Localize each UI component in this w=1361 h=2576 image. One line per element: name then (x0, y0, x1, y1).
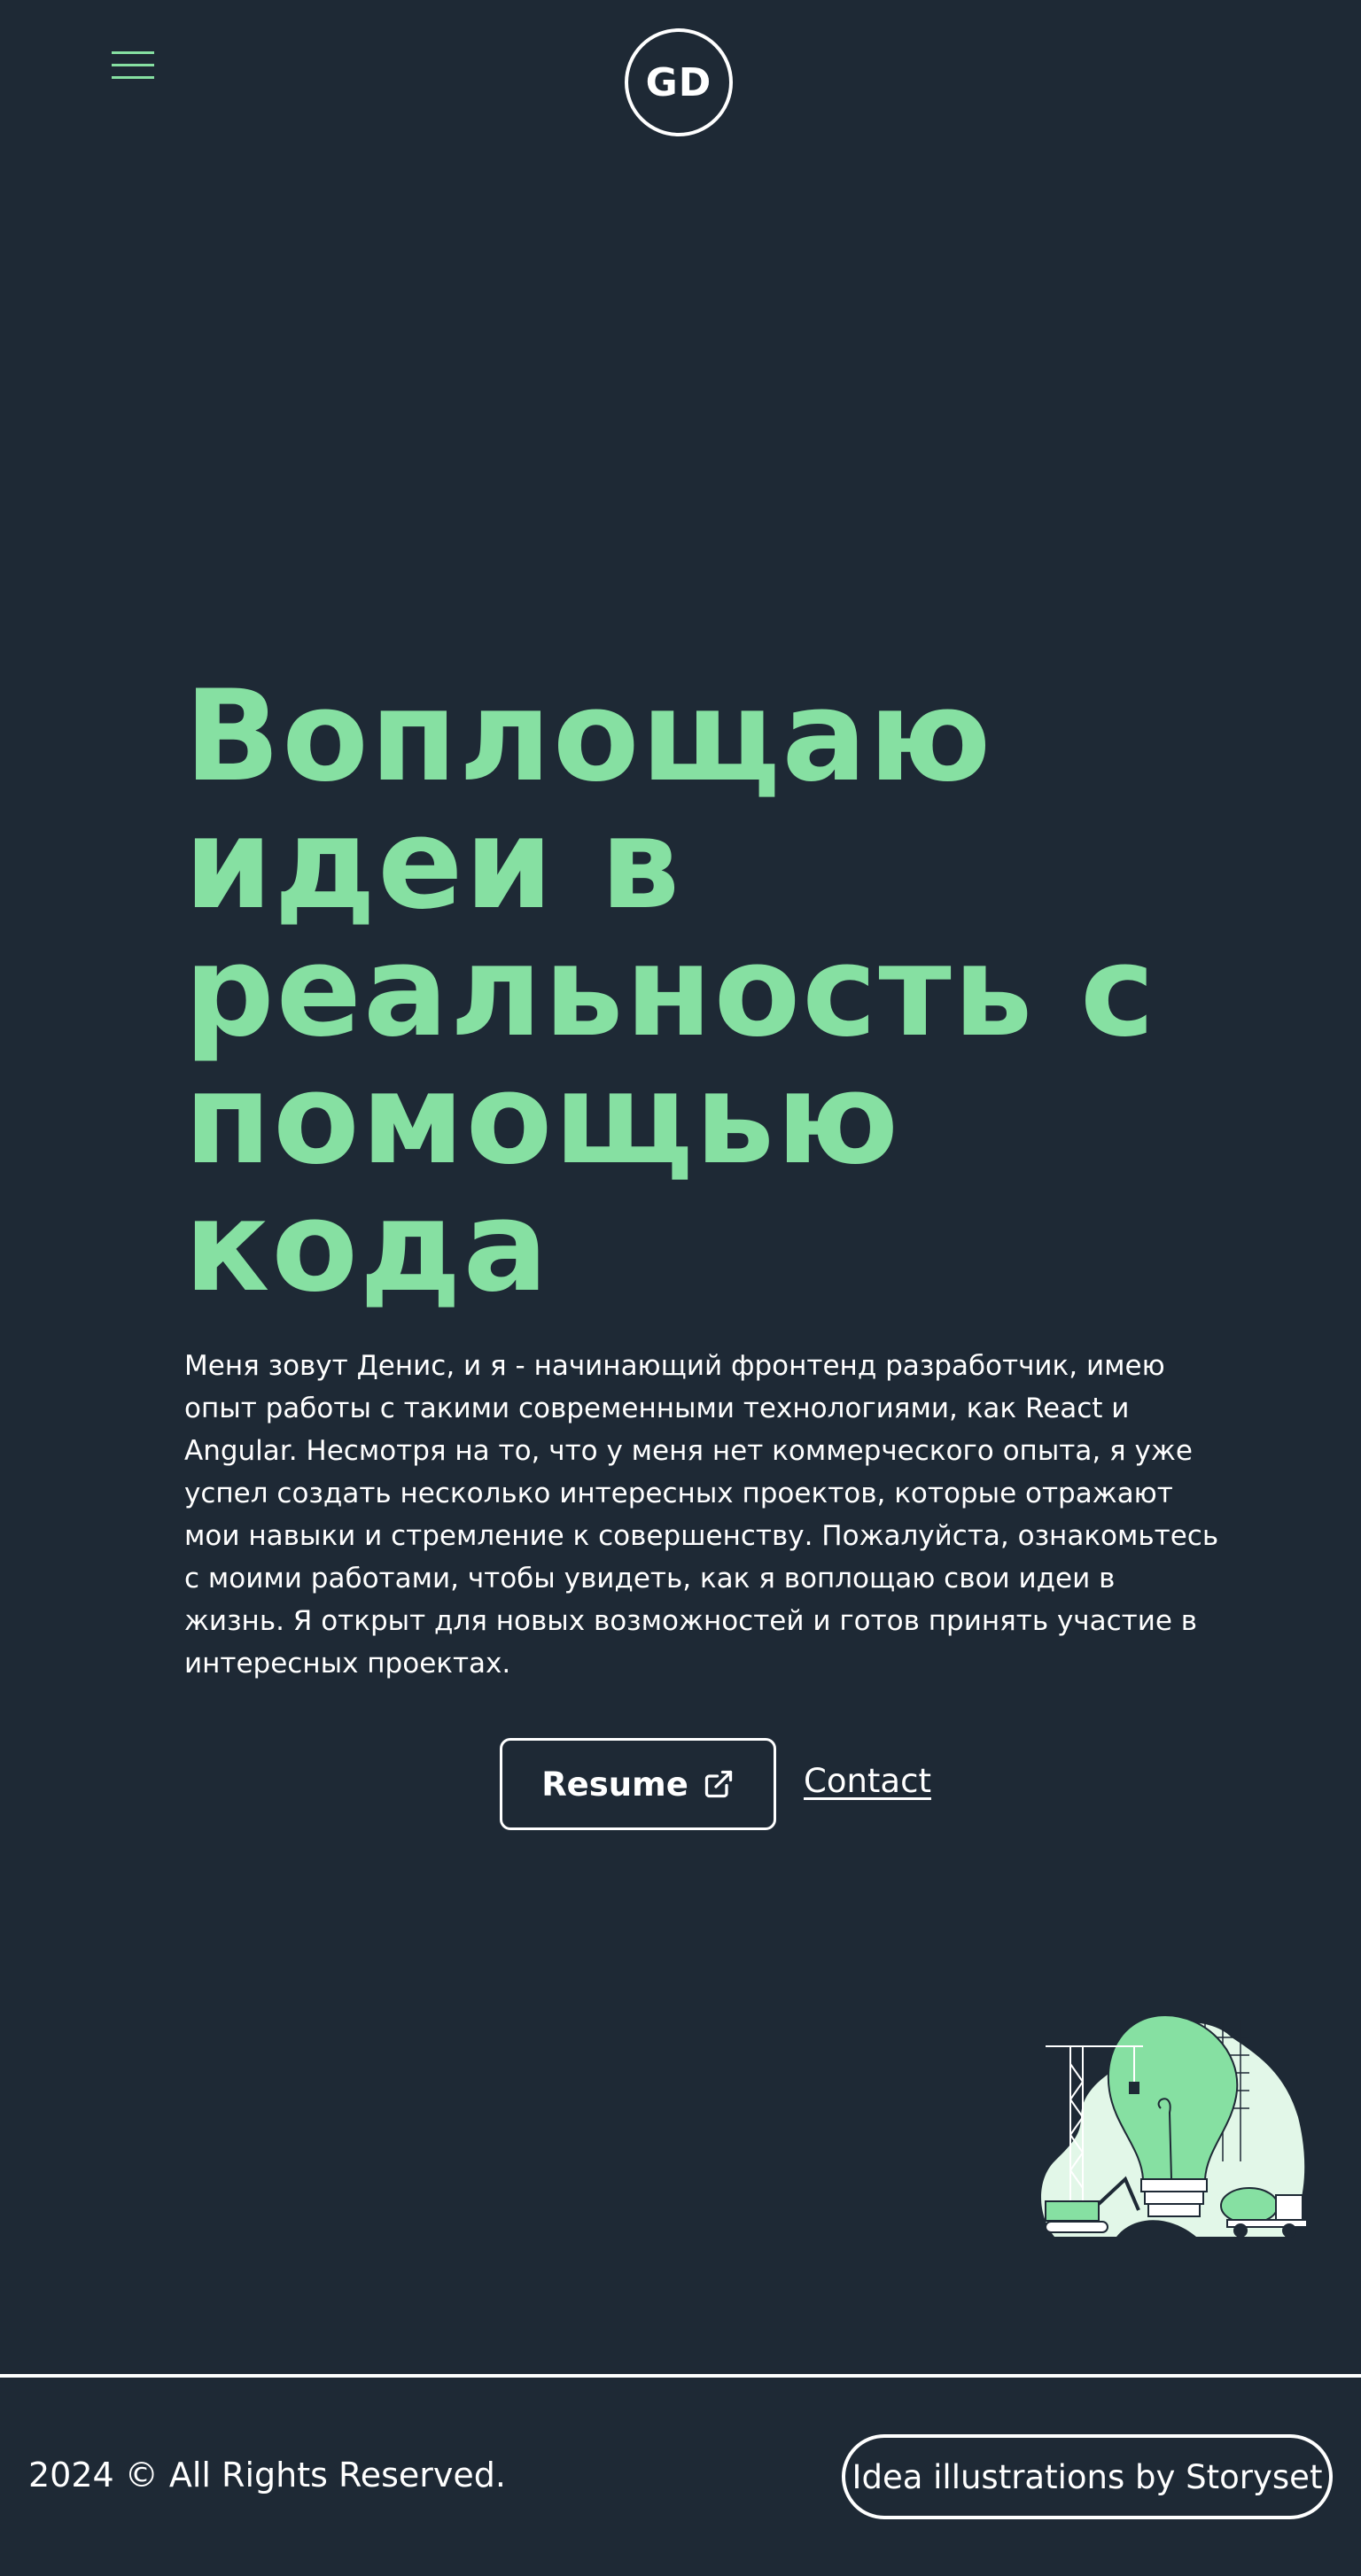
contact-link[interactable]: Contact (804, 1762, 931, 1800)
hero-title-line: Воплощаю (184, 663, 993, 810)
intro-line: опыт работы с такими современными технол… (184, 1393, 1130, 1424)
menu-button[interactable] (112, 50, 158, 81)
intro-line: жизнь. Я открыт для новых возможностей и… (184, 1605, 1198, 1637)
intro-line: интересных проектах. (184, 1648, 511, 1680)
hero-title-line: кода (184, 1174, 550, 1320)
storyset-credit-link[interactable]: Idea illustrations by Storyset (842, 2434, 1333, 2519)
intro-line: Angular. Несмотря на то, что у меня нет … (184, 1435, 1193, 1467)
intro-text: Меня зовут Денис, и я - начинающий фронт… (184, 1345, 1265, 1685)
resume-button[interactable]: Resume (500, 1738, 776, 1830)
logo[interactable]: GD (625, 28, 733, 136)
intro-line: успел создать несколько интересных проек… (184, 1478, 1173, 1509)
external-link-icon (704, 1770, 732, 1798)
footer-divider (0, 2374, 1361, 2378)
resume-label: Resume (541, 1765, 688, 1804)
idea-lightbulb-illustration (1041, 2013, 1308, 2238)
hero-title-line: помощью (184, 1046, 901, 1192)
hero-title: Воплощаю идеи в реальность с помощью код… (184, 673, 1248, 1311)
hero-title-line: идеи в (184, 791, 682, 937)
credit-label: Idea illustrations by Storyset (852, 2457, 1323, 2496)
intro-line: Меня зовут Денис, и я - начинающий фронт… (184, 1350, 1165, 1382)
hero-title-line: реальность с (184, 919, 1157, 1065)
copyright-text: 2024 © All Rights Reserved. (28, 2456, 506, 2495)
intro-line: с моими работами, чтобы увидеть, как я в… (184, 1563, 1116, 1594)
logo-text: GD (645, 59, 712, 105)
intro-line: мои навыки и стремление к совершенству. … (184, 1520, 1219, 1552)
